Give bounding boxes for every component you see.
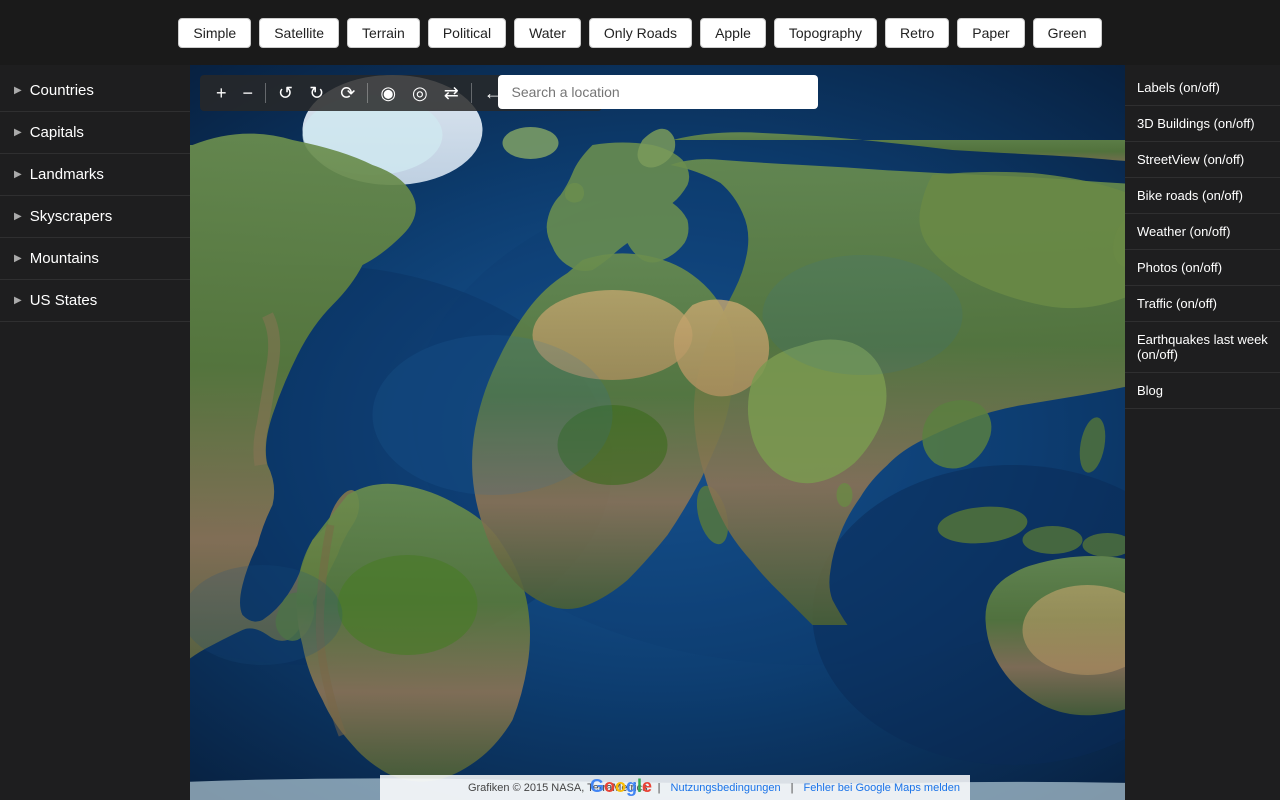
right-item-blog[interactable]: Blog bbox=[1125, 373, 1280, 409]
style-btn-terrain[interactable]: Terrain bbox=[347, 18, 420, 48]
style-btn-only-roads[interactable]: Only Roads bbox=[589, 18, 692, 48]
right-panel: Labels (on/off)3D Buildings (on/off)Stre… bbox=[1125, 65, 1280, 800]
sidebar-label-countries: Countries bbox=[30, 82, 94, 99]
right-item-weather[interactable]: Weather (on/off) bbox=[1125, 214, 1280, 250]
sidebar-arrow-us-states: ▶ bbox=[14, 295, 22, 306]
style-btn-political[interactable]: Political bbox=[428, 18, 506, 48]
style-btn-satellite[interactable]: Satellite bbox=[259, 18, 339, 48]
ctrl-divider bbox=[471, 83, 472, 103]
ctrl-btn-undo[interactable]: ↺ bbox=[272, 81, 299, 105]
sidebar-label-landmarks: Landmarks bbox=[30, 166, 104, 183]
sidebar-label-skyscrapers: Skyscrapers bbox=[30, 208, 113, 225]
ctrl-btn-zoom-in[interactable]: + bbox=[210, 81, 233, 105]
sidebar-item-mountains[interactable]: ▶ Mountains bbox=[0, 238, 190, 280]
sidebar-label-us-states: US States bbox=[30, 292, 98, 309]
ctrl-btn-redo[interactable]: ↻ bbox=[303, 81, 330, 105]
footer-separator: | bbox=[658, 782, 661, 794]
sidebar-item-landmarks[interactable]: ▶ Landmarks bbox=[0, 154, 190, 196]
style-btn-retro[interactable]: Retro bbox=[885, 18, 949, 48]
search-box bbox=[498, 75, 818, 109]
sidebar-label-capitals: Capitals bbox=[30, 124, 84, 141]
ctrl-divider bbox=[265, 83, 266, 103]
map-background bbox=[190, 65, 1125, 800]
ctrl-btn-marker[interactable]: ◉ bbox=[374, 81, 402, 105]
footer-separator2: | bbox=[791, 782, 794, 794]
right-item-traffic[interactable]: Traffic (on/off) bbox=[1125, 286, 1280, 322]
sidebar-item-skyscrapers[interactable]: ▶ Skyscrapers bbox=[0, 196, 190, 238]
ctrl-divider bbox=[367, 83, 368, 103]
style-btn-topography[interactable]: Topography bbox=[774, 18, 877, 48]
sidebar-arrow-countries: ▶ bbox=[14, 85, 22, 96]
style-btn-green[interactable]: Green bbox=[1033, 18, 1102, 48]
sidebar-item-us-states[interactable]: ▶ US States bbox=[0, 280, 190, 322]
right-item-streetview[interactable]: StreetView (on/off) bbox=[1125, 142, 1280, 178]
search-input[interactable] bbox=[498, 75, 818, 109]
right-item-earthquakes[interactable]: Earthquakes last week (on/off) bbox=[1125, 322, 1280, 373]
sidebar-arrow-capitals: ▶ bbox=[14, 127, 22, 138]
sidebar-item-countries[interactable]: ▶ Countries bbox=[0, 70, 190, 112]
map-area[interactable]: +−↺↻⟳◉◎⇄←↑↓→ Google Grafiken © 2015 NASA… bbox=[190, 65, 1125, 800]
right-item-photos[interactable]: Photos (on/off) bbox=[1125, 250, 1280, 286]
map-footer: Google Grafiken © 2015 NASA, TerraMetric… bbox=[380, 775, 970, 800]
ctrl-btn-streetview[interactable]: ◎ bbox=[406, 81, 434, 105]
google-logo: Google bbox=[590, 776, 652, 797]
style-btn-simple[interactable]: Simple bbox=[178, 18, 251, 48]
map-svg bbox=[190, 65, 1125, 800]
ctrl-btn-random[interactable]: ⇄ bbox=[438, 81, 465, 105]
style-btn-water[interactable]: Water bbox=[514, 18, 581, 48]
sidebar-arrow-skyscrapers: ▶ bbox=[14, 211, 22, 222]
right-item-labels[interactable]: Labels (on/off) bbox=[1125, 70, 1280, 106]
ctrl-btn-zoom-out[interactable]: − bbox=[237, 81, 260, 105]
sidebar-label-mountains: Mountains bbox=[30, 250, 99, 267]
sidebar-arrow-mountains: ▶ bbox=[14, 253, 22, 264]
report-link[interactable]: Fehler bei Google Maps melden bbox=[803, 782, 960, 794]
style-btn-apple[interactable]: Apple bbox=[700, 18, 766, 48]
main-layout: ▶ Countries ▶ Capitals ▶ Landmarks ▶ Skyscraper… bbox=[0, 65, 1280, 800]
style-btn-paper[interactable]: Paper bbox=[957, 18, 1024, 48]
ctrl-btn-refresh[interactable]: ⟳ bbox=[334, 81, 361, 105]
right-item-3d-buildings[interactable]: 3D Buildings (on/off) bbox=[1125, 106, 1280, 142]
terms-link[interactable]: Nutzungsbedingungen bbox=[671, 782, 781, 794]
topbar: Simple Satellite Terrain Political Water Only… bbox=[0, 0, 1280, 65]
sidebar-item-capitals[interactable]: ▶ Capitals bbox=[0, 112, 190, 154]
sidebar-arrow-landmarks: ▶ bbox=[14, 169, 22, 180]
right-item-bike-roads[interactable]: Bike roads (on/off) bbox=[1125, 178, 1280, 214]
left-sidebar: ▶ Countries ▶ Capitals ▶ Landmarks ▶ Skyscraper… bbox=[0, 65, 190, 800]
